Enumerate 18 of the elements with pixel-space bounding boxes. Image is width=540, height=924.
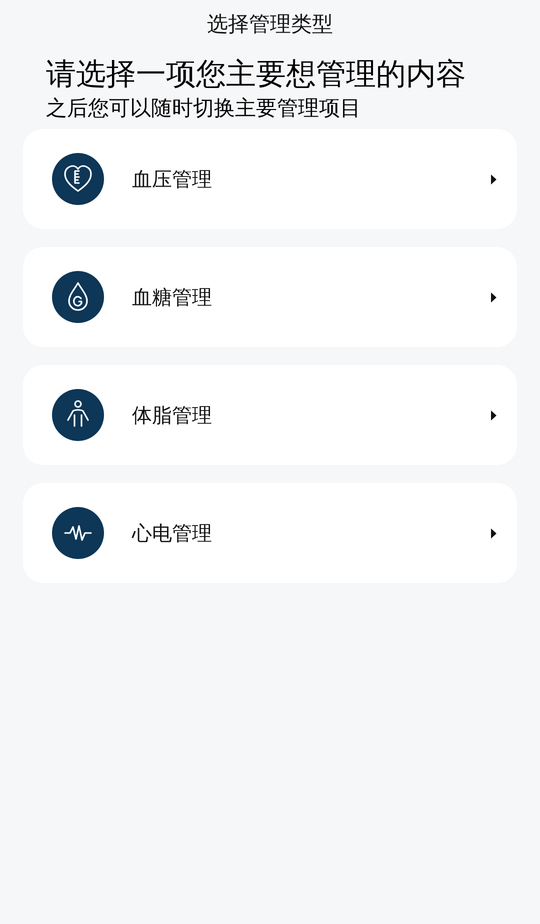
caret-icon [490, 174, 497, 184]
management-option[interactable]: 血糖管理 [23, 247, 517, 347]
caret-icon [490, 292, 497, 302]
pulse-icon [52, 507, 104, 559]
option-label: 血糖管理 [132, 284, 213, 311]
person-icon [52, 389, 104, 441]
caret-icon [490, 410, 497, 420]
management-option[interactable]: 心电管理 [23, 483, 517, 583]
page-title: 选择管理类型 [207, 11, 333, 38]
caret-icon [490, 528, 497, 538]
intro-heading: 请选择一项您主要想管理的内容 [46, 56, 467, 94]
intro-subheading: 之后您可以随时切换主要管理项目 [46, 95, 362, 122]
management-option[interactable]: 血压管理 [23, 129, 517, 229]
option-label: 体脂管理 [132, 402, 213, 429]
option-label: 血压管理 [132, 166, 213, 193]
drop-icon [52, 271, 104, 323]
option-label: 心电管理 [132, 520, 213, 547]
management-option[interactable]: 体脂管理 [23, 365, 517, 465]
